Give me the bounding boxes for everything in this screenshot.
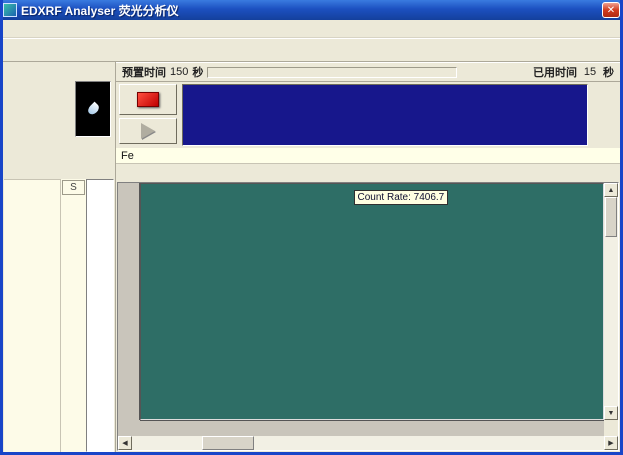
elapsed-time-unit: 秒 <box>603 64 614 80</box>
horizontal-scrollbar[interactable]: ◀ ▶ <box>118 436 618 450</box>
sample-indicator <box>75 81 111 137</box>
app-window: EDXRF Analyser 荧光分析仪 ✕ S <box>0 0 623 455</box>
element-strip-label: Fe <box>121 150 134 162</box>
vertical-scroll-thumb[interactable] <box>605 197 617 237</box>
scroll-down-arrow[interactable]: ▼ <box>604 406 618 420</box>
element-header-cell[interactable]: S <box>62 180 85 195</box>
scroll-up-arrow[interactable]: ▲ <box>604 183 618 197</box>
play-icon <box>141 123 155 139</box>
scroll-left-arrow[interactable]: ◀ <box>118 436 132 450</box>
y-axis-ruler <box>118 183 140 420</box>
time-bar: 预置时间 150 秒 已用时间 15 秒 <box>116 62 620 82</box>
count-rate-label: Count Rate: 7406.7 <box>354 190 449 205</box>
ruler-corner-right <box>604 420 618 436</box>
close-button[interactable]: ✕ <box>602 2 620 18</box>
preset-time-value: 150 <box>170 66 188 78</box>
window-title: EDXRF Analyser 荧光分析仪 <box>21 2 179 19</box>
elapsed-time-value: 15 <box>581 66 599 78</box>
preset-time-unit: 秒 <box>192 64 203 80</box>
droplet-icon <box>86 102 101 117</box>
spectrum-preview[interactable] <box>182 84 588 146</box>
ruler-corner <box>118 420 140 436</box>
element-strip[interactable]: Fe <box>116 148 620 164</box>
toolbar <box>3 38 620 62</box>
vertical-scrollbar[interactable]: ▲ ▼ <box>604 183 618 420</box>
app-icon <box>3 3 17 17</box>
stop-button[interactable] <box>119 84 177 115</box>
element-lines-panel: S <box>4 179 114 452</box>
measure-progress-bar <box>207 67 457 78</box>
menu-bar <box>3 20 620 38</box>
element-column: S <box>60 179 86 452</box>
left-panel: S <box>3 62 116 452</box>
lines-list-panel[interactable] <box>86 179 114 452</box>
title-bar[interactable]: EDXRF Analyser 荧光分析仪 ✕ <box>0 0 623 20</box>
horizontal-scroll-thumb[interactable] <box>202 436 254 450</box>
stop-icon <box>137 92 159 107</box>
x-axis-ruler <box>140 420 604 436</box>
scroll-right-arrow[interactable]: ▶ <box>604 436 618 450</box>
start-button[interactable] <box>119 118 177 144</box>
spectrum-chart-frame: Count Rate: 7406.7 ▲ ▼ ◀ <box>117 182 619 451</box>
preset-time-label: 预置时间 <box>122 64 166 80</box>
spectrum-plot[interactable]: Count Rate: 7406.7 <box>140 183 604 420</box>
elapsed-time-label: 已用时间 <box>533 64 577 80</box>
